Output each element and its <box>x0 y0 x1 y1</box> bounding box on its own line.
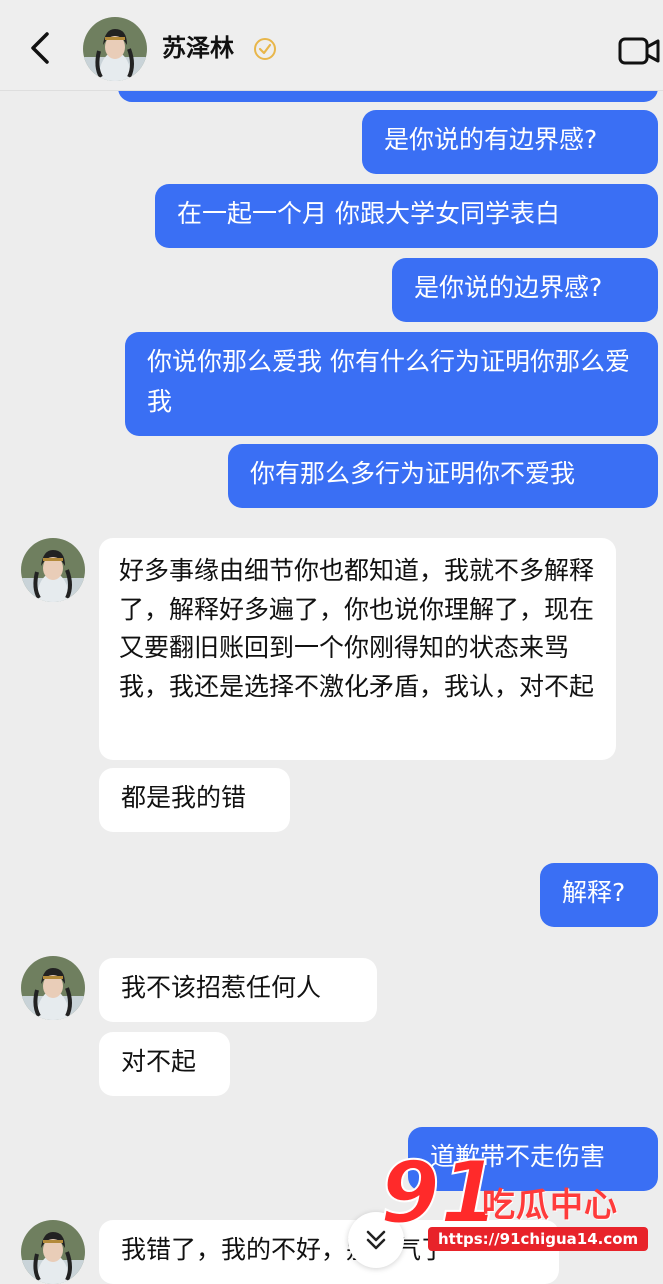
contact-avatar[interactable] <box>21 538 85 602</box>
watermark-number: 91 <box>380 1150 495 1230</box>
video-call-icon[interactable] <box>618 36 660 66</box>
sent-message-bubble[interactable]: 在一起一个月 你跟大学女同学表白 <box>155 184 658 248</box>
verified-badge-icon <box>253 37 277 61</box>
sent-message-bubble[interactable]: 你说你那么爱我 你有什么行为证明你那么爱我 <box>125 332 658 436</box>
sent-message-bubble[interactable]: 是你说的边界感? <box>392 258 658 322</box>
received-message-bubble[interactable]: 好多事缘由细节你也都知道，我就不多解释了，解释好多遍了，你也说你理解了，现在又要… <box>99 538 616 760</box>
contact-avatar[interactable] <box>21 956 85 1020</box>
watermark-text: 吃瓜中心 <box>482 1185 618 1224</box>
watermark-url: https://91chigua14.com <box>428 1227 649 1251</box>
sent-message-bubble[interactable]: 你有那么多行为证明你不爱我 <box>228 444 658 508</box>
watermark-logo: 91 <box>379 1142 501 1244</box>
sent-message-bubble[interactable]: 是你说的有边界感? <box>362 110 658 174</box>
received-message-bubble[interactable]: 我不该招惹任何人 <box>99 958 377 1022</box>
sent-message-bubble[interactable]: 解释? <box>540 863 658 927</box>
back-arrow-icon[interactable] <box>26 28 54 68</box>
contact-avatar[interactable] <box>21 1220 85 1284</box>
received-message-bubble[interactable]: 都是我的错 <box>99 768 290 832</box>
received-message-bubble[interactable]: 对不起 <box>99 1032 230 1096</box>
contact-avatar[interactable] <box>83 17 147 81</box>
contact-name[interactable]: 苏泽林 <box>162 28 234 63</box>
